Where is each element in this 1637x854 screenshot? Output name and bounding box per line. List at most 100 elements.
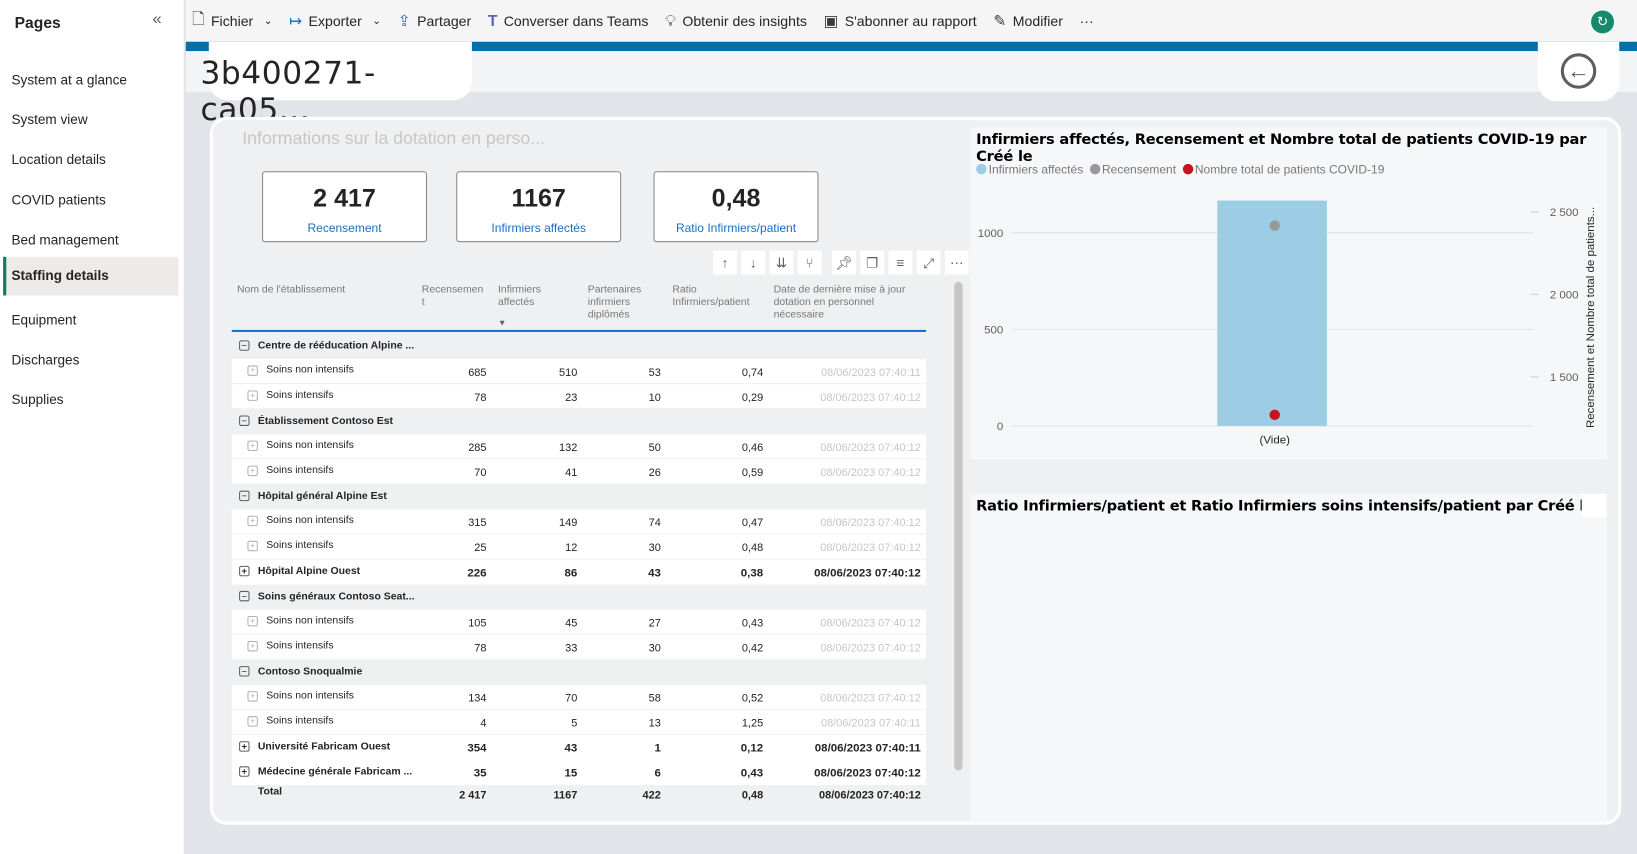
- collapse-icon[interactable]: −: [239, 340, 250, 351]
- table-row[interactable]: + Soins intensifs 4 5 13 1,25 08/06/2023 07:40…: [231, 709, 927, 735]
- more-options-button[interactable]: ···: [1080, 13, 1094, 29]
- cell-value: 132: [559, 441, 578, 455]
- cell-value: 0,42: [741, 642, 764, 655]
- focus-mode-icon[interactable]: ⤢: [916, 250, 941, 275]
- table-row[interactable]: − Établissement Contoso Est: [232, 409, 926, 434]
- column-header[interactable]: Ratio Infirmiers/patient: [672, 284, 766, 309]
- table-row[interactable]: + Hôpital Alpine Ouest 226 86 43 0,38 08/06/20…: [231, 559, 927, 585]
- back-button[interactable]: ←: [1537, 41, 1620, 102]
- table-total-row[interactable]: Total 2 417 1167 422 0,48 08/06/2023 07:40:12: [232, 782, 926, 807]
- kpi-card[interactable]: 0,48 Ratio Infirmiers/patient: [653, 171, 819, 243]
- more-options-icon[interactable]: ⋯: [944, 250, 969, 275]
- pin-icon[interactable]: 📌︎: [832, 250, 857, 275]
- table-row[interactable]: + Soins non intensifs 285 132 50 0,46 08/06/20…: [231, 434, 927, 460]
- column-header[interactable]: Partenaires infirmiers diplômés: [588, 284, 661, 322]
- expand-icon[interactable]: +: [247, 641, 258, 652]
- copy-icon[interactable]: ❐: [860, 250, 885, 275]
- sidebar-item-supplies[interactable]: Supplies: [3, 383, 178, 422]
- cell-value: 0,46: [741, 441, 764, 455]
- teams-icon: T: [487, 12, 498, 30]
- collapse-icon[interactable]: −: [239, 590, 250, 602]
- refresh-icon[interactable]: ↻: [1591, 10, 1615, 34]
- expand-icon[interactable]: +: [247, 365, 258, 376]
- sidebar-item-equipment[interactable]: Equipment: [3, 304, 178, 343]
- filter-icon[interactable]: ≡: [888, 250, 913, 275]
- table-row[interactable]: − Contoso Snoqualmie: [232, 660, 926, 685]
- exporter-menu[interactable]: ↦ Exporter ⌄: [289, 11, 382, 31]
- partager-button[interactable]: ⇪ Partager: [398, 11, 471, 31]
- point-covid-patients[interactable]: [1269, 409, 1280, 421]
- column-header[interactable]: Nom de l'établissement: [237, 284, 414, 297]
- table-row[interactable]: + Soins intensifs 25 12 30 0,48 08/06/2023 07:…: [231, 534, 927, 560]
- column-header[interactable]: Date de dernière mise à jour dotation en…: [774, 284, 920, 322]
- column-header[interactable]: Recensemen t: [422, 284, 487, 309]
- expand-icon[interactable]: +: [247, 515, 258, 527]
- cell-value: 0,48: [741, 541, 764, 555]
- table-row[interactable]: − Soins généraux Contoso Seat...: [232, 585, 926, 610]
- sidebar-item-location-details[interactable]: Location details: [3, 143, 178, 182]
- cell-value: 86: [564, 566, 578, 580]
- cell-value: 0,38: [740, 566, 764, 580]
- expand-all-icon[interactable]: ⑂: [797, 250, 822, 275]
- cell-value: 0,12: [740, 742, 764, 755]
- table-scrollbar[interactable]: [954, 281, 963, 771]
- column-header[interactable]: Infirmiers affectés: [498, 284, 571, 309]
- collapse-icon[interactable]: −: [239, 415, 250, 426]
- cell-value: 08/06/2023 07:40:12: [819, 789, 921, 802]
- expand-icon[interactable]: +: [247, 440, 258, 452]
- table-row[interactable]: + Soins non intensifs 105 45 27 0,43 08/06/202…: [231, 609, 927, 635]
- kpi-card[interactable]: 2 417 Recensement: [262, 171, 427, 243]
- expand-icon[interactable]: +: [247, 716, 258, 727]
- cell-value: 0,74: [741, 366, 764, 379]
- point-recensement[interactable]: [1269, 220, 1280, 231]
- sidebar-item-staffing-details[interactable]: Staffing details: [3, 256, 179, 296]
- modifier-button[interactable]: ✎ Modifier: [993, 11, 1063, 31]
- cell-value: 354: [467, 742, 487, 755]
- kpi-card[interactable]: 1167 Infirmiers affectés: [456, 171, 622, 243]
- table-row[interactable]: + Soins non intensifs 685 510 53 0,74 08/06/20…: [231, 359, 927, 385]
- expand-next-level-icon[interactable]: ⇊: [769, 250, 794, 275]
- cell-value: 78: [474, 642, 487, 655]
- cell-value: 27: [648, 617, 661, 630]
- cell-value: 285: [468, 441, 487, 455]
- expand-icon[interactable]: +: [247, 691, 258, 702]
- sidebar-item-system-view[interactable]: System view: [3, 103, 178, 142]
- table-row[interactable]: + Soins intensifs 70 41 26 0,59 08/06/2023 07:…: [231, 459, 927, 485]
- table-row[interactable]: + Soins non intensifs 315 149 74 0,47 08/06/20…: [231, 509, 927, 535]
- expand-icon[interactable]: +: [239, 741, 250, 752]
- insights-button[interactable]: 💡︎ Obtenir des insights: [665, 12, 807, 30]
- chevron-down-icon: ⌄: [372, 15, 382, 27]
- table-row[interactable]: − Hôpital général Alpine Est: [232, 484, 926, 509]
- table-row[interactable]: + Soins intensifs 78 33 30 0,42 08/06/2023 07:…: [231, 634, 927, 660]
- collapse-icon[interactable]: −: [239, 666, 250, 677]
- sidebar-item-discharges[interactable]: Discharges: [3, 343, 178, 382]
- sort-descending-icon: ▼: [497, 318, 507, 328]
- teams-button[interactable]: T Converser dans Teams: [488, 12, 649, 30]
- expand-icon[interactable]: +: [239, 565, 250, 577]
- expand-icon[interactable]: +: [247, 465, 258, 477]
- expand-icon[interactable]: +: [247, 390, 258, 401]
- expand-icon[interactable]: +: [247, 615, 258, 627]
- bar-infirmiers-affectes[interactable]: [1217, 200, 1327, 426]
- table-row[interactable]: + Université Fabricam Ouest 354 43 1 0,12 08/0…: [231, 734, 927, 761]
- sidebar-item-system-at-a-glance[interactable]: System at a glance: [3, 64, 178, 103]
- collapse-icon[interactable]: −: [239, 490, 250, 502]
- cell-value: 0,29: [741, 391, 764, 405]
- x-tick-label: (Vide): [1260, 435, 1291, 447]
- table-row[interactable]: − Centre de rééducation Alpine ...: [232, 334, 926, 359]
- expand-icon[interactable]: +: [239, 766, 250, 777]
- sidebar-item-covid-patients[interactable]: COVID patients: [3, 184, 178, 223]
- subscribe-button[interactable]: ▣ S'abonner au rapport: [823, 11, 977, 31]
- table-row[interactable]: + Soins non intensifs 134 70 58 0,52 08/06/202…: [231, 684, 927, 710]
- visual-header-toolbar: ↑ ↓ ⇊ ⑂ 📌︎ ❐ ≡ ⤢ ⋯: [713, 250, 969, 275]
- subscribe-icon: ▣: [823, 12, 839, 31]
- cell-value: 315: [468, 516, 487, 530]
- drill-down-icon[interactable]: ↓: [741, 250, 766, 275]
- collapse-icon[interactable]: «: [152, 10, 161, 29]
- drill-up-icon[interactable]: ↑: [713, 250, 738, 275]
- expand-icon[interactable]: +: [247, 540, 258, 552]
- cell-value: 30: [648, 642, 661, 655]
- insights-label: Obtenir des insights: [682, 13, 807, 29]
- fichier-menu[interactable]: 🗋 Fichier ⌄: [192, 8, 272, 34]
- table-row[interactable]: + Soins intensifs 78 23 10 0,29 08/06/2023 07:…: [231, 384, 927, 410]
